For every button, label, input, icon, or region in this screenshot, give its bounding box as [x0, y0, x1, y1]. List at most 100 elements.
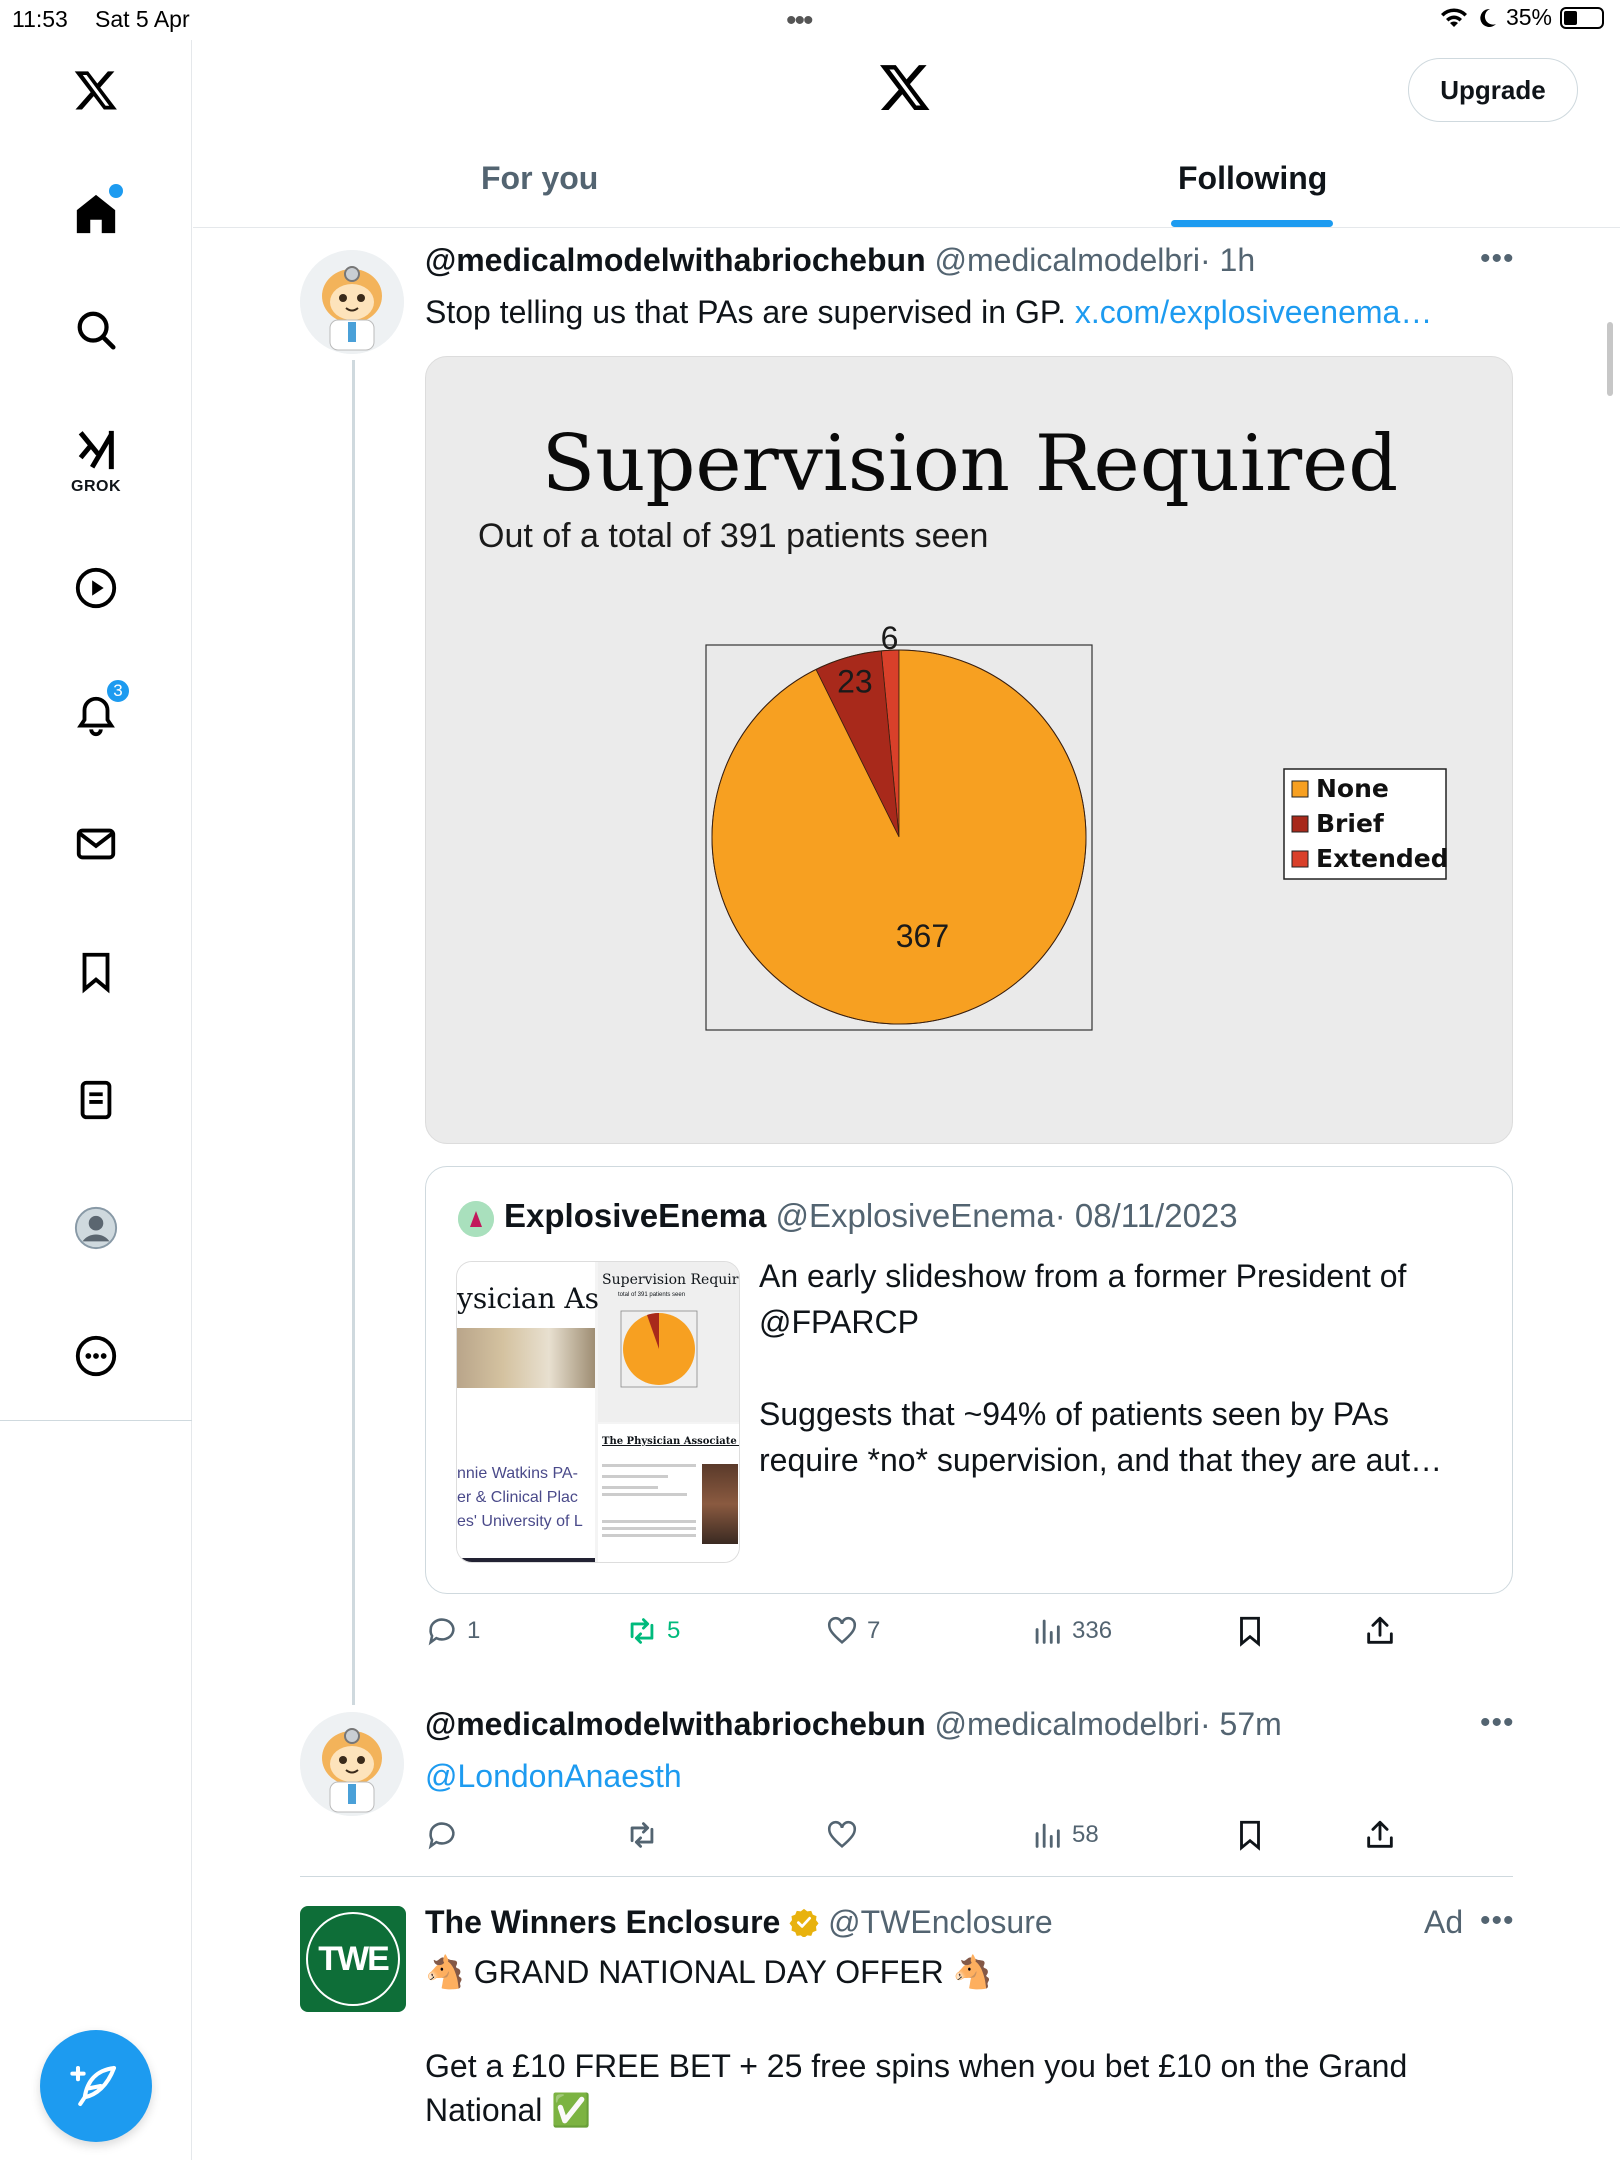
- thumb-right-heading: The Physician Associate Rol: [602, 1436, 739, 1447]
- lists-icon[interactable]: [66, 1070, 126, 1130]
- battery-percent: 35%: [1505, 4, 1552, 30]
- tab-following[interactable]: Following: [1178, 160, 1327, 197]
- profile-icon[interactable]: [66, 1198, 126, 1258]
- thumb-right-slide: Supervision Require total of 391 patient…: [598, 1262, 739, 1422]
- view-count: 58: [1072, 1821, 1099, 1848]
- tweet-time[interactable]: · 57m: [1200, 1706, 1282, 1742]
- sidebar: GROK 3: [0, 40, 192, 2160]
- quote-author[interactable]: ExplosiveEnema @ExplosiveEnema· 08/11/20…: [504, 1197, 1238, 1235]
- tweet-actions: 1 5 7 336: [425, 1614, 1425, 1658]
- bookmark-button[interactable]: [1233, 1614, 1267, 1648]
- like-count: 7: [867, 1617, 881, 1644]
- grok-icon[interactable]: [66, 420, 126, 480]
- grok-label: GROK: [71, 478, 121, 495]
- tweet-text: Stop telling us that PAs are supervised …: [425, 290, 1432, 334]
- thumb-mini-pie: [620, 1310, 698, 1388]
- more-options-icon[interactable]: •••: [1480, 1904, 1515, 1938]
- notifications-icon[interactable]: 3: [66, 678, 131, 746]
- quoted-tweet[interactable]: ExplosiveEnema @ExplosiveEnema· 08/11/20…: [425, 1166, 1513, 1594]
- avatar[interactable]: TWE: [300, 1906, 406, 2012]
- avatar[interactable]: [300, 1712, 404, 1816]
- display-name[interactable]: The Winners Enclosure: [425, 1904, 780, 1940]
- avatar[interactable]: [300, 250, 404, 354]
- repost-button[interactable]: 5: [625, 1614, 680, 1648]
- scrollbar-thumb[interactable]: [1607, 322, 1613, 396]
- thread-connector-line: [352, 360, 355, 1705]
- tweet-author[interactable]: @medicalmodelwithabriochebun @medicalmod…: [425, 1706, 1282, 1743]
- twe-logo-text: TWE: [306, 1912, 400, 2006]
- legend-label: None: [1316, 774, 1389, 803]
- more-options-icon[interactable]: •••: [1480, 1706, 1515, 1740]
- tweet-author[interactable]: @medicalmodelwithabriochebun @medicalmod…: [425, 242, 1255, 279]
- notifications-badge: 3: [105, 678, 131, 704]
- share-button[interactable]: [1363, 1818, 1397, 1852]
- tab-for-you[interactable]: For you: [481, 160, 598, 197]
- doctor-cartoon-avatar-icon: [300, 1712, 404, 1816]
- bookmarks-icon[interactable]: [66, 942, 126, 1002]
- compose-feather-icon: [70, 2065, 117, 2107]
- share-button[interactable]: [1363, 1614, 1397, 1648]
- quote-thumbnail[interactable]: ysician As nnie Watkins PA- er & Clinica…: [456, 1261, 740, 1563]
- tweet-link[interactable]: x.com/explosiveenema…: [1075, 294, 1432, 330]
- like-button[interactable]: 7: [825, 1614, 880, 1648]
- quote-handle[interactable]: @ExplosiveEnema: [775, 1197, 1054, 1234]
- display-name[interactable]: @medicalmodelwithabriochebun: [425, 1706, 926, 1742]
- pie-data-label: 23: [837, 663, 873, 699]
- compose-post-button[interactable]: [40, 2030, 152, 2142]
- repost-button[interactable]: [625, 1818, 659, 1852]
- analytics-icon: [1035, 1823, 1060, 1848]
- reply-button[interactable]: 1: [425, 1614, 480, 1648]
- views-button[interactable]: 336: [1030, 1614, 1112, 1648]
- quote-avatar[interactable]: [458, 1201, 494, 1237]
- tweet-author[interactable]: The Winners Enclosure @TWEnclosure: [425, 1904, 1053, 1941]
- x-logo-icon[interactable]: [878, 60, 932, 119]
- upgrade-button[interactable]: Upgrade: [1408, 58, 1578, 122]
- status-right: 35%: [1440, 4, 1604, 31]
- more-icon[interactable]: [66, 1326, 126, 1386]
- status-bar: 11:53 Sat 5 Apr ••• 35%: [0, 0, 1620, 40]
- thumb-left-line: nnie Watkins PA-: [457, 1465, 578, 1482]
- user-handle[interactable]: @TWEnclosure: [828, 1904, 1053, 1940]
- messages-icon[interactable]: [66, 814, 126, 874]
- tweet-time[interactable]: · 1h: [1200, 242, 1255, 278]
- thumb-left-slide: ysician As nnie Watkins PA- er & Clinica…: [457, 1262, 599, 1562]
- doctor-cartoon-avatar-icon: [300, 250, 404, 354]
- reply-icon: [428, 1822, 455, 1850]
- ad-label: Ad: [1424, 1904, 1464, 1940]
- reply-icon: [428, 1618, 455, 1646]
- reply-button[interactable]: [425, 1818, 459, 1852]
- thumb-right-subtitle: total of 391 patients seen: [618, 1292, 686, 1298]
- heart-icon: [827, 1616, 857, 1645]
- views-button[interactable]: 58: [1030, 1818, 1099, 1852]
- x-logo-icon[interactable]: [66, 60, 126, 120]
- bookmark-button[interactable]: [1233, 1818, 1267, 1852]
- pie-data-label: 367: [896, 918, 949, 954]
- quote-date: · 08/11/2023: [1054, 1197, 1238, 1234]
- tweet-image-chart[interactable]: Supervision Required Out of a total of 3…: [425, 356, 1513, 1144]
- mention-link[interactable]: @LondonAnaesth: [425, 1754, 682, 1798]
- legend-label: Extended: [1316, 844, 1449, 873]
- ad-line: 🐴 GRAND NATIONAL DAY OFFER 🐴: [425, 1954, 993, 1990]
- bookmark-icon: [1240, 1616, 1260, 1647]
- wifi-icon: [1440, 7, 1467, 27]
- reply-count: 1: [467, 1617, 481, 1644]
- user-handle[interactable]: @medicalmodelbri: [935, 1706, 1200, 1742]
- thumb-left-line: er & Clinical Plac: [457, 1489, 578, 1506]
- display-name[interactable]: @medicalmodelwithabriochebun: [425, 242, 926, 278]
- more-options-icon[interactable]: •••: [1480, 242, 1515, 276]
- home-unread-dot: [109, 184, 123, 198]
- home-icon[interactable]: [66, 184, 126, 244]
- quote-display-name[interactable]: ExplosiveEnema: [504, 1197, 766, 1234]
- legend-swatch: [1291, 850, 1309, 868]
- video-icon[interactable]: [66, 558, 126, 618]
- thumb-left-photo: [457, 1328, 595, 1388]
- thumb-left-line: es' University of L: [457, 1513, 583, 1530]
- legend-swatch: [1291, 815, 1309, 833]
- like-button[interactable]: [825, 1818, 859, 1852]
- user-handle[interactable]: @medicalmodelbri: [935, 242, 1200, 278]
- pie-slice-none: [711, 649, 1087, 1025]
- timeline-header: Upgrade For you Following: [193, 40, 1620, 228]
- thumb-right-bottom-slide: The Physician Associate Rol: [598, 1424, 739, 1562]
- search-icon[interactable]: [66, 300, 126, 360]
- multitasking-dots-icon[interactable]: •••: [786, 4, 813, 38]
